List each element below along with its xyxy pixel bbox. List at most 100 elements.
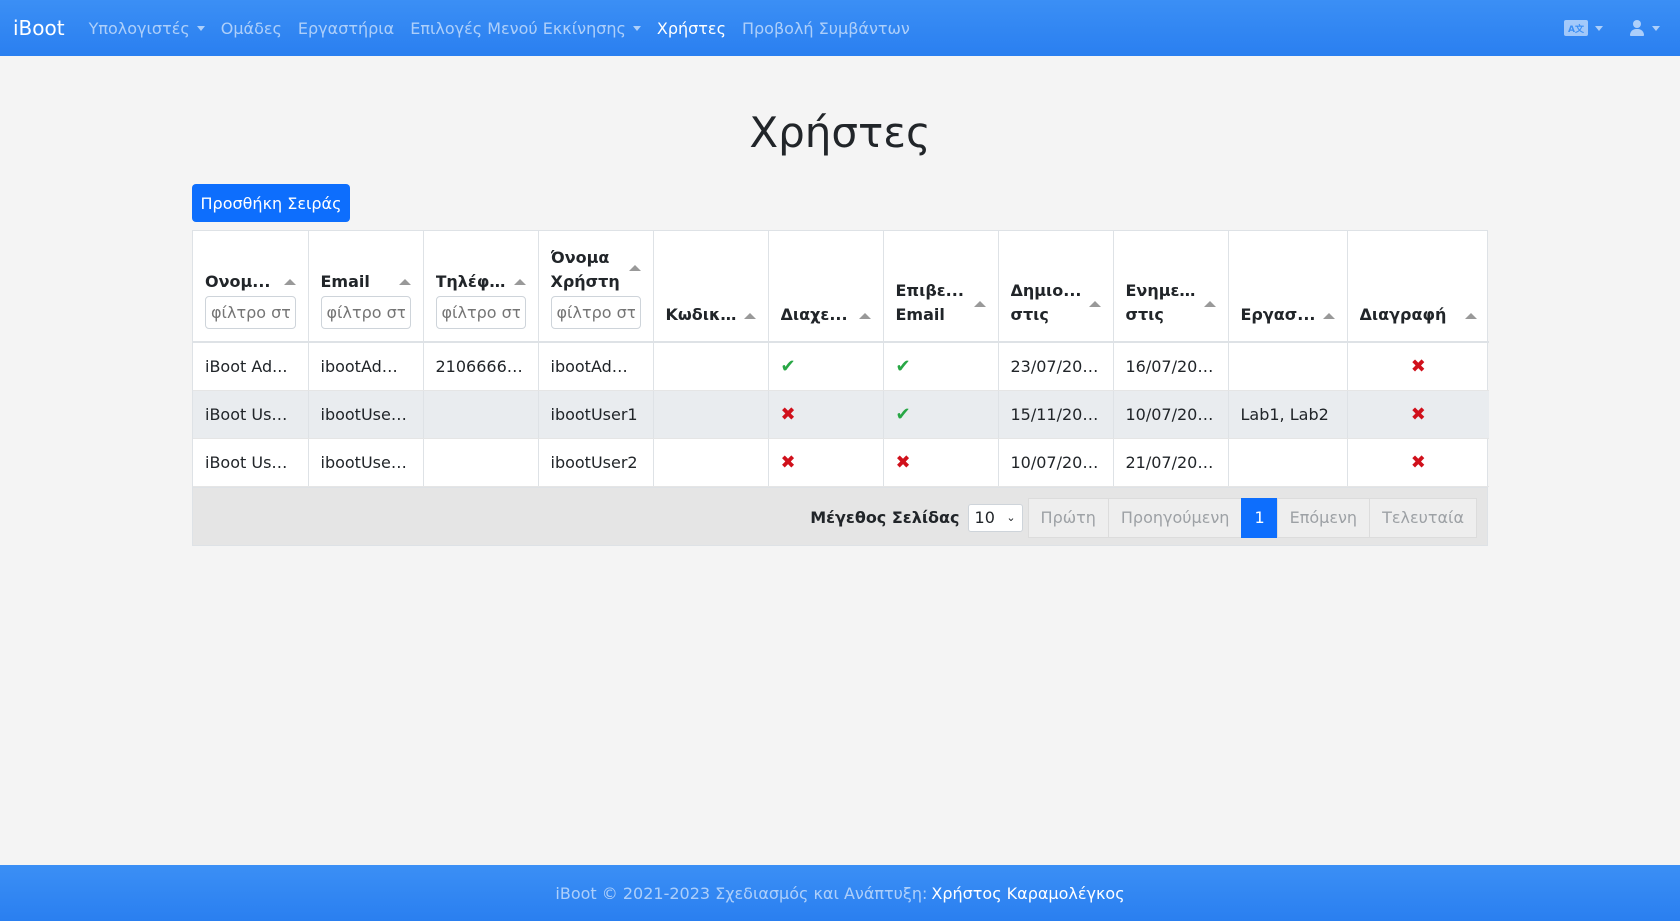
cell-username[interactable]: ibootUser2 [538, 438, 654, 487]
column-header-labs[interactable]: Εργασ... [1228, 231, 1348, 343]
user-dropdown[interactable] [1629, 19, 1660, 37]
caret-down-icon [196, 25, 205, 31]
sort-icon[interactable] [973, 301, 986, 307]
table-header-row: Ονομ... Email Τηλέφ... Όνομα Χρήστη [193, 231, 1489, 343]
nav-menu: Υπολογιστές Ομάδες Εργαστήρια Επιλογές Μ… [89, 19, 926, 38]
column-header-password[interactable]: Κωδικ... [653, 231, 769, 343]
pagination-bar: Μέγεθος Σελίδας 10 ⌄ Πρώτη Προηγούμενη 1… [193, 486, 1487, 545]
filter-input-name[interactable] [205, 296, 296, 329]
cell-email[interactable]: ibootUser... [308, 390, 424, 439]
filter-input-email[interactable] [320, 296, 411, 329]
sort-icon[interactable] [1203, 301, 1216, 307]
column-label: Διαγραφή [1359, 305, 1447, 324]
nav-item-label: Χρήστες [656, 18, 726, 38]
nav-right: A文 [1538, 0, 1660, 56]
cell-verified[interactable]: ✔ [883, 390, 999, 439]
cell-admin[interactable]: ✔ [768, 342, 884, 391]
nav-item-users[interactable]: Χρήστες [657, 19, 726, 38]
brand-logo[interactable]: iBoot [13, 16, 65, 40]
column-header-verified-email[interactable]: Επιβε... Email [883, 231, 999, 343]
sort-icon[interactable] [513, 279, 526, 285]
cell-delete: ✖ [1347, 390, 1489, 439]
nav-item-label: Προβολή Συμβάντων [741, 18, 910, 38]
cell-username[interactable]: ibootUser1 [538, 390, 654, 439]
column-label: Ενημε... στις [1125, 281, 1198, 324]
cell-created[interactable]: 15/11/202... [998, 390, 1114, 439]
cell-username[interactable]: ibootAdmin [538, 342, 654, 391]
cell-verified[interactable]: ✖ [883, 438, 999, 487]
column-label: Εργασ... [1240, 305, 1316, 324]
caret-down-icon [1652, 25, 1660, 31]
column-header-admin[interactable]: Διαχε... [768, 231, 884, 343]
cell-labs[interactable] [1228, 438, 1348, 487]
delete-icon[interactable]: ✖ [1411, 356, 1426, 377]
page-size-select[interactable]: 10 ⌄ [967, 503, 1023, 532]
cell-name[interactable]: iBoot Ad... [193, 342, 309, 391]
column-label: Ονομ... [205, 272, 271, 291]
sort-icon[interactable] [1465, 313, 1477, 319]
cell-updated[interactable]: 16/07/202... [1113, 342, 1229, 391]
sort-icon[interactable] [1322, 313, 1335, 319]
footer-author-link[interactable]: Χρήστος Καραμολέγκος [931, 884, 1124, 903]
filter-input-username[interactable] [550, 296, 641, 329]
sort-icon[interactable] [858, 313, 871, 319]
page-1-button[interactable]: 1 [1241, 497, 1278, 538]
sort-icon[interactable] [283, 279, 296, 285]
next-page-button[interactable]: Επόμενη [1276, 497, 1371, 538]
nav-item-boot-menu[interactable]: Επιλογές Μενού Εκκίνησης [410, 19, 641, 38]
page-title: Χρήστες [749, 108, 931, 157]
column-header-updated-at[interactable]: Ενημε... στις [1113, 231, 1229, 343]
cell-phone[interactable] [423, 390, 539, 439]
delete-icon[interactable]: ✖ [1411, 452, 1426, 473]
cell-password[interactable] [653, 342, 769, 391]
nav-item-groups[interactable]: Ομάδες [221, 19, 282, 38]
user-icon [1629, 19, 1645, 37]
column-header-created-at[interactable]: Δημιο... στις [998, 231, 1114, 343]
column-header-username[interactable]: Όνομα Χρήστη [538, 231, 654, 343]
cell-password[interactable] [653, 438, 769, 487]
cell-updated[interactable]: 10/07/202... [1113, 390, 1229, 439]
cell-verified[interactable]: ✔ [883, 342, 999, 391]
sort-icon[interactable] [398, 279, 411, 285]
column-label: Κωδικ... [665, 305, 739, 324]
column-header-email[interactable]: Email [308, 231, 424, 343]
column-header-phone[interactable]: Τηλέφ... [423, 231, 539, 343]
first-page-button[interactable]: Πρώτη [1027, 497, 1109, 538]
cell-email[interactable]: ibootAdm... [308, 342, 424, 391]
sort-icon[interactable] [628, 265, 641, 271]
nav-item-labs[interactable]: Εργαστήρια [298, 19, 394, 38]
caret-down-icon [1595, 25, 1603, 31]
cell-password[interactable] [653, 390, 769, 439]
cell-created[interactable]: 23/07/202... [998, 342, 1114, 391]
footer: iBoot © 2021-2023 Σχεδιασμός και Ανάπτυξ… [0, 865, 1680, 921]
sort-icon[interactable] [1088, 301, 1101, 307]
cell-admin[interactable]: ✖ [768, 390, 884, 439]
caret-down-icon [632, 25, 641, 31]
cell-name[interactable]: iBoot Use... [193, 390, 309, 439]
add-row-button[interactable]: Προσθήκη Σειράς [192, 184, 350, 222]
column-header-delete[interactable]: Διαγραφή [1347, 231, 1489, 343]
nav-item-events[interactable]: Προβολή Συμβάντων [742, 19, 910, 38]
cell-phone[interactable]: 21066666... [423, 342, 539, 391]
cell-admin[interactable]: ✖ [768, 438, 884, 487]
cell-name[interactable]: iBoot Use... [193, 438, 309, 487]
cell-labs[interactable]: Lab1, Lab2 [1228, 390, 1348, 439]
cell-email[interactable]: ibootUser... [308, 438, 424, 487]
last-page-button[interactable]: Τελευταία [1369, 497, 1477, 538]
nav-item-label: Επιλογές Μενού Εκκίνησης [410, 18, 626, 38]
column-label: Διαχε... [780, 305, 848, 324]
cell-labs[interactable] [1228, 342, 1348, 391]
prev-page-button[interactable]: Προηγούμενη [1107, 497, 1243, 538]
cell-updated[interactable]: 21/07/202... [1113, 438, 1229, 487]
cross-icon: ✖ [780, 451, 796, 473]
cell-phone[interactable] [423, 438, 539, 487]
cross-icon: ✖ [895, 451, 911, 473]
filter-input-phone[interactable] [435, 296, 526, 329]
delete-icon[interactable]: ✖ [1411, 404, 1426, 425]
language-dropdown[interactable]: A文 [1564, 20, 1603, 36]
sort-icon[interactable] [743, 313, 756, 319]
cell-created[interactable]: 10/07/202... [998, 438, 1114, 487]
table-row: iBoot Use... ibootUser... ibootUser1 ✖ ✔… [193, 390, 1489, 439]
column-header-name[interactable]: Ονομ... [193, 231, 309, 343]
nav-item-computers[interactable]: Υπολογιστές [89, 19, 205, 38]
